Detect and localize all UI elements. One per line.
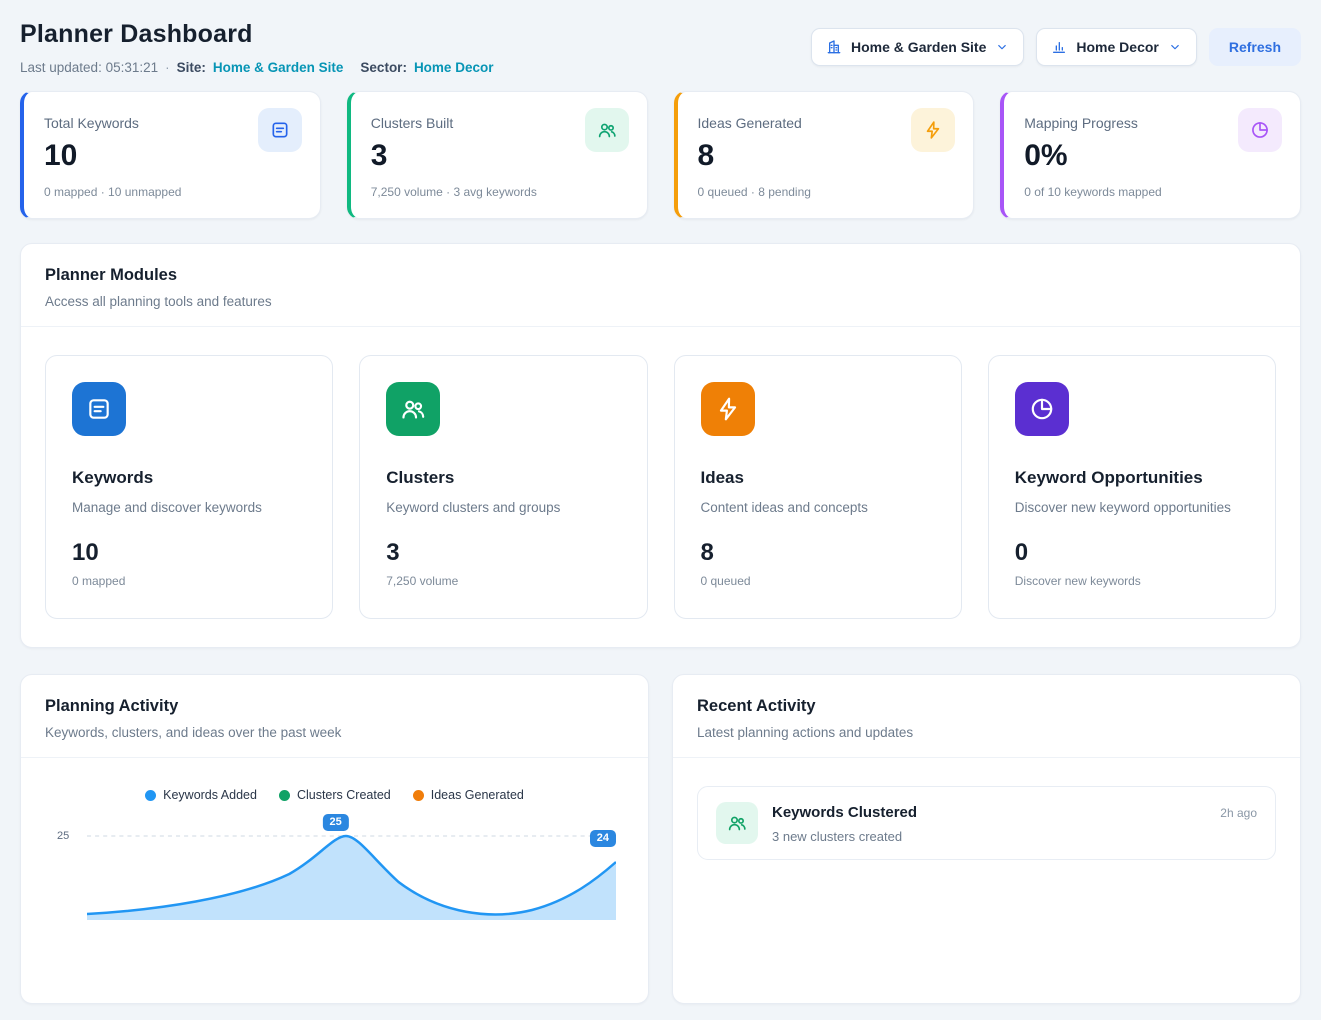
- module-card-ideas[interactable]: Ideas Content ideas and concepts 8 0 que…: [674, 355, 962, 619]
- planning-activity-panel: Planning Activity Keywords, clusters, an…: [20, 674, 649, 1004]
- stat-subtext: 0 mapped · 10 unmapped: [44, 185, 300, 199]
- legend-dot: [145, 790, 156, 801]
- keywords-added-area-series: [87, 822, 616, 920]
- panel-subtitle: Latest planning actions and updates: [697, 725, 1276, 740]
- legend-label: Ideas Generated: [431, 788, 524, 802]
- modules-grid: Keywords Manage and discover keywords 10…: [21, 327, 1300, 647]
- sector-link[interactable]: Home Decor: [414, 60, 494, 75]
- data-point-label-right: 24: [590, 830, 616, 847]
- sector-selector-label: Home Decor: [1076, 39, 1158, 55]
- legend-item-clusters-created: Clusters Created: [279, 788, 391, 802]
- meta-row: Last updated: 05:31:21 · Site: Home & Ga…: [20, 60, 493, 75]
- stats-row: Total Keywords 10 0 mapped · 10 unmapped…: [20, 91, 1301, 219]
- recent-activity-panel: Recent Activity Latest planning actions …: [672, 674, 1301, 1004]
- pie-chart-icon: [1238, 108, 1282, 152]
- chart-legend: Keywords Added Clusters Created Ideas Ge…: [21, 758, 648, 802]
- module-description: Manage and discover keywords: [72, 500, 306, 515]
- pie-chart-icon: [1015, 382, 1069, 436]
- building-icon: [826, 39, 842, 55]
- planner-modules-header: Planner Modules Access all planning tool…: [21, 244, 1300, 327]
- legend-item-ideas-generated: Ideas Generated: [413, 788, 524, 802]
- module-value: 8: [701, 539, 935, 567]
- header-left: Planner Dashboard Last updated: 05:31:21…: [20, 16, 493, 75]
- module-title: Keywords: [72, 468, 306, 488]
- chevron-down-icon: [1168, 40, 1182, 54]
- activity-body: Keywords Clustered 3 new clusters create…: [772, 802, 917, 844]
- refresh-button[interactable]: Refresh: [1209, 28, 1301, 66]
- recent-activity-header: Recent Activity Latest planning actions …: [673, 675, 1300, 758]
- module-subtext: 0 mapped: [72, 574, 306, 588]
- page-title: Planner Dashboard: [20, 20, 493, 49]
- legend-dot: [413, 790, 424, 801]
- meta-separator: ·: [165, 60, 170, 75]
- users-icon: [716, 802, 758, 844]
- module-description: Keyword clusters and groups: [386, 500, 620, 515]
- data-point-label-peak: 25: [323, 814, 349, 831]
- panel-title: Planner Modules: [45, 266, 1276, 285]
- module-value: 3: [386, 539, 620, 567]
- users-icon: [585, 108, 629, 152]
- site-link[interactable]: Home & Garden Site: [213, 60, 344, 75]
- planner-modules-panel: Planner Modules Access all planning tool…: [20, 243, 1301, 648]
- panel-subtitle: Access all planning tools and features: [45, 294, 1276, 309]
- stat-subtext: 7,250 volume · 3 avg keywords: [371, 185, 627, 199]
- panel-title: Planning Activity: [45, 697, 624, 716]
- module-value: 0: [1015, 539, 1249, 567]
- stat-subtext: 0 queued · 8 pending: [698, 185, 954, 199]
- module-card-keyword-opportunities[interactable]: Keyword Opportunities Discover new keywo…: [988, 355, 1276, 619]
- module-subtext: Discover new keywords: [1015, 574, 1249, 588]
- site-label: Site:: [177, 60, 206, 75]
- module-title: Clusters: [386, 468, 620, 488]
- lightning-icon: [701, 382, 755, 436]
- planning-activity-chart: 25 25 24: [41, 810, 628, 930]
- activity-item-keywords-clustered: Keywords Clustered 3 new clusters create…: [697, 786, 1276, 860]
- lightning-icon: [911, 108, 955, 152]
- stat-card-ideas-generated: Ideas Generated 8 0 queued · 8 pending: [674, 91, 975, 219]
- module-value: 10: [72, 539, 306, 567]
- document-lines-icon: [258, 108, 302, 152]
- users-icon: [386, 382, 440, 436]
- stat-card-total-keywords: Total Keywords 10 0 mapped · 10 unmapped: [20, 91, 321, 219]
- activity-title: Keywords Clustered: [772, 804, 917, 821]
- planner-dashboard-page: Planner Dashboard Last updated: 05:31:21…: [0, 0, 1321, 1020]
- module-card-clusters[interactable]: Clusters Keyword clusters and groups 3 7…: [359, 355, 647, 619]
- module-title: Keyword Opportunities: [1015, 468, 1249, 488]
- module-description: Discover new keyword opportunities: [1015, 500, 1249, 515]
- activity-description: 3 new clusters created: [772, 829, 917, 844]
- legend-item-keywords-added: Keywords Added: [145, 788, 257, 802]
- header-controls: Home & Garden Site Home Decor Refresh: [811, 16, 1301, 66]
- module-subtext: 0 queued: [701, 574, 935, 588]
- bar-chart-icon: [1051, 39, 1067, 55]
- planning-activity-header: Planning Activity Keywords, clusters, an…: [21, 675, 648, 758]
- legend-label: Clusters Created: [297, 788, 391, 802]
- stat-card-clusters-built: Clusters Built 3 7,250 volume · 3 avg ke…: [347, 91, 648, 219]
- document-lines-icon: [72, 382, 126, 436]
- activity-timestamp: 2h ago: [1220, 802, 1257, 820]
- legend-label: Keywords Added: [163, 788, 257, 802]
- sector-selector-dropdown[interactable]: Home Decor: [1036, 28, 1196, 66]
- page-header: Planner Dashboard Last updated: 05:31:21…: [20, 16, 1301, 75]
- chevron-down-icon: [995, 40, 1009, 54]
- site-selector-dropdown[interactable]: Home & Garden Site: [811, 28, 1024, 66]
- module-description: Content ideas and concepts: [701, 500, 935, 515]
- stat-card-mapping-progress: Mapping Progress 0% 0 of 10 keywords map…: [1000, 91, 1301, 219]
- panel-title: Recent Activity: [697, 697, 1276, 716]
- module-title: Ideas: [701, 468, 935, 488]
- bottom-row: Planning Activity Keywords, clusters, an…: [20, 674, 1301, 1004]
- module-subtext: 7,250 volume: [386, 574, 620, 588]
- site-selector-label: Home & Garden Site: [851, 39, 986, 55]
- legend-dot: [279, 790, 290, 801]
- sector-label: Sector:: [360, 60, 407, 75]
- chart-plot-area: 25 24: [87, 822, 616, 930]
- last-updated-text: Last updated: 05:31:21: [20, 60, 158, 75]
- module-card-keywords[interactable]: Keywords Manage and discover keywords 10…: [45, 355, 333, 619]
- panel-subtitle: Keywords, clusters, and ideas over the p…: [45, 725, 624, 740]
- stat-subtext: 0 of 10 keywords mapped: [1024, 185, 1280, 199]
